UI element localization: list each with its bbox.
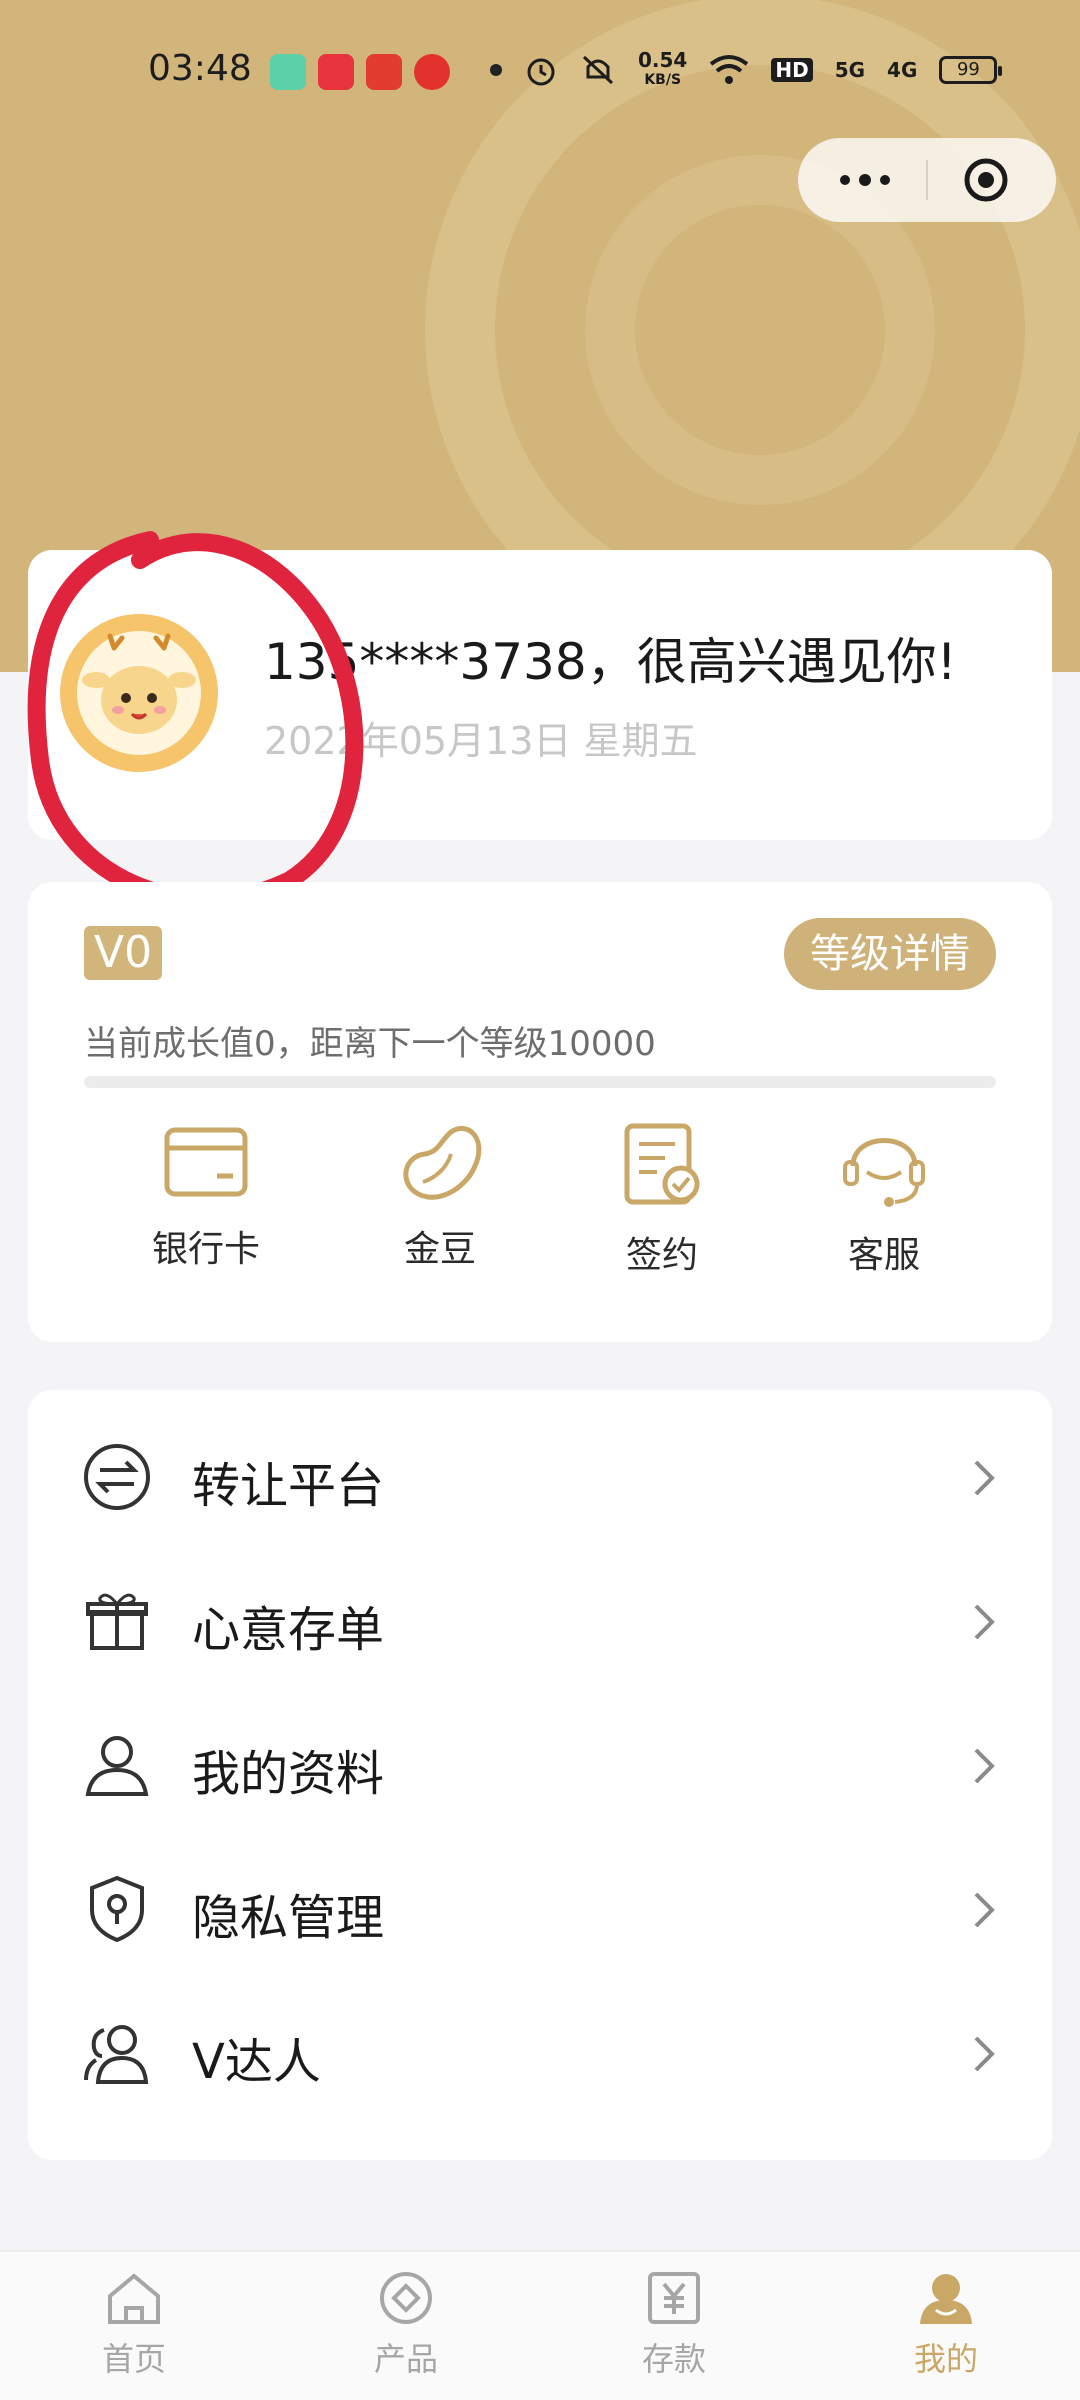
- alarm-icon: [527, 58, 555, 86]
- tab-product[interactable]: 产品: [316, 2270, 496, 2380]
- contract-icon: [624, 1123, 700, 1205]
- shortcut-bank-card[interactable]: 银行卡: [106, 1122, 306, 1302]
- status-app-icons: [270, 54, 450, 90]
- chevron-right-icon: [974, 2036, 995, 2072]
- shortcut-golden-bean[interactable]: 金豆: [340, 1122, 540, 1302]
- notification-dot-icon: [490, 64, 502, 76]
- more-dots-icon: [840, 174, 890, 186]
- users-icon: [84, 2025, 149, 2084]
- profile-card: 135****3738，很高兴遇见你! 2022年05月13日 星期五: [28, 550, 1052, 840]
- tab-home[interactable]: 首页: [44, 2270, 224, 2380]
- shortcut-customer-service[interactable]: 客服: [784, 1122, 984, 1302]
- gift-icon: [86, 1593, 148, 1650]
- menu-item-privacy-management[interactable]: 隐私管理: [28, 1834, 1052, 1978]
- netease-music-icon: [414, 54, 450, 90]
- close-mini-program-icon[interactable]: [964, 158, 1008, 202]
- status-bar: 03:48 0.54 KB/S HD 5G 4G 99: [0, 40, 1080, 104]
- bottom-tab-bar: 首页 产品 存款 我的: [0, 2250, 1080, 2400]
- home-icon: [108, 2273, 160, 2324]
- shortcut-grid: 银行卡 金豆 签约 客服: [28, 1122, 1052, 1322]
- signal-4g: 4G: [887, 58, 918, 82]
- profile-icon: [920, 2274, 972, 2324]
- product-icon: [380, 2272, 432, 2324]
- transfer-icon: [84, 1444, 150, 1510]
- menu-item-v-expert[interactable]: V达人: [28, 1978, 1052, 2122]
- deposit-icon: [648, 2272, 700, 2324]
- customer-service-icon: [843, 1138, 925, 1207]
- hd-badge: HD: [771, 58, 813, 82]
- shortcut-contract[interactable]: 签约: [562, 1122, 762, 1302]
- mini-program-capsule: [798, 138, 1056, 222]
- battery-indicator: 99: [939, 56, 1003, 84]
- tab-deposit[interactable]: 存款: [584, 2270, 764, 2380]
- menu-list: 转让平台 心意存单 我的资料 隐私管理 V达人: [28, 1390, 1052, 2160]
- level-detail-button[interactable]: 等级详情: [784, 918, 996, 990]
- growth-value-text: 当前成长值0，距离下一个等级10000: [84, 1024, 656, 1064]
- signal-5g: 5G: [834, 58, 866, 82]
- more-button[interactable]: [832, 158, 898, 202]
- chevron-right-icon: [974, 1748, 995, 1784]
- chevron-right-icon: [974, 1460, 995, 1496]
- bank-card-icon: [164, 1127, 248, 1197]
- app-notification-icon: [270, 54, 306, 90]
- network-speed: 0.54 KB/S: [638, 48, 688, 88]
- capsule-divider: [926, 160, 928, 200]
- menu-item-my-profile[interactable]: 我的资料: [28, 1690, 1052, 1834]
- menu-item-gift-deposit[interactable]: 心意存单: [28, 1546, 1052, 1690]
- greeting-text: 135****3738，很高兴遇见你!: [264, 633, 957, 691]
- chevron-right-icon: [974, 1892, 995, 1928]
- menu-item-transfer-platform[interactable]: 转让平台: [28, 1402, 1052, 1546]
- mute-icon: [582, 55, 614, 85]
- bean-icon: [403, 1125, 482, 1200]
- status-indicators: 0.54 KB/S HD 5G 4G 99: [490, 48, 1003, 90]
- user-icon: [85, 1736, 149, 1796]
- wifi-icon: [710, 55, 749, 84]
- chevron-right-icon: [974, 1604, 995, 1640]
- status-time: 03:48: [148, 48, 252, 89]
- level-badge: V0: [84, 926, 163, 980]
- tab-mine[interactable]: 我的: [856, 2270, 1036, 2380]
- date-text: 2022年05月13日 星期五: [264, 719, 698, 763]
- deer-avatar-icon: [77, 631, 201, 755]
- app-notification-icon: [366, 54, 402, 90]
- xiaohongshu-icon: [318, 54, 354, 90]
- level-card: V0 等级详情 当前成长值0，距离下一个等级10000 银行卡 金豆 签约 客服: [28, 882, 1052, 1342]
- shield-icon: [90, 1875, 144, 1943]
- avatar[interactable]: [60, 614, 218, 772]
- growth-progress-bar: [84, 1076, 996, 1088]
